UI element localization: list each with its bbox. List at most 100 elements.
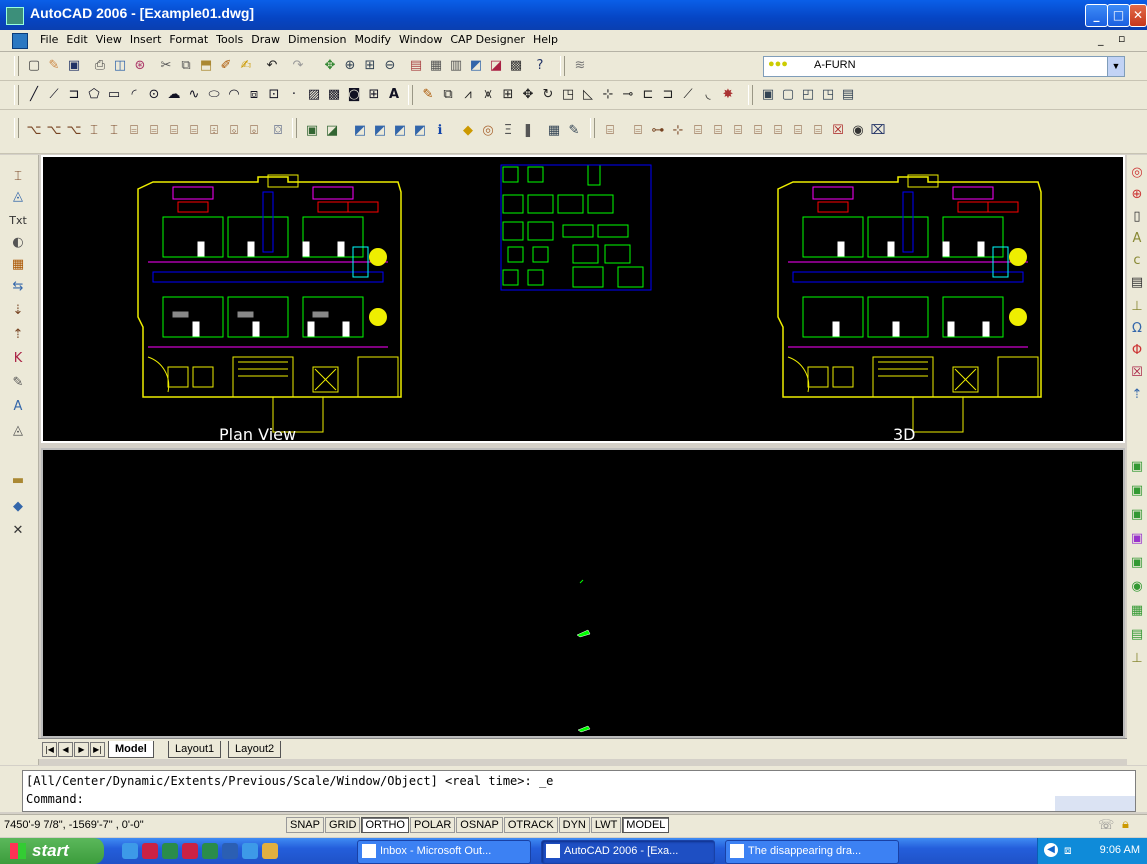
right-tool-icon-13[interactable]: ▣: [1129, 483, 1145, 499]
hatch-icon[interactable]: ▨: [306, 87, 322, 103]
first-tab-button[interactable]: |◀: [42, 742, 57, 757]
left-tool-icon-14[interactable]: ✕: [9, 523, 27, 541]
cap-tool-icon-31[interactable]: ⌸: [710, 123, 726, 139]
layer-dropdown[interactable]: ●●● A-FURN ▼: [763, 56, 1125, 77]
cap-tool-icon-27[interactable]: ⌸: [630, 123, 646, 139]
spline-icon[interactable]: ∿: [186, 87, 202, 103]
cap-tool-icon-39[interactable]: ⌧: [870, 123, 886, 139]
copy-icon[interactable]: ⧉: [178, 58, 194, 74]
menu-modify[interactable]: Modify: [351, 32, 395, 47]
command-scrollbar[interactable]: [1055, 796, 1135, 811]
menu-window[interactable]: Window: [395, 32, 446, 47]
cap-tool-icon-34[interactable]: ⌸: [770, 123, 786, 139]
menu-view[interactable]: View: [92, 32, 126, 47]
cap-tool-icon-32[interactable]: ⌸: [730, 123, 746, 139]
menu-edit[interactable]: Edit: [62, 32, 91, 47]
mirror-icon[interactable]: ⩘: [460, 87, 476, 103]
right-tool-icon-14[interactable]: ▣: [1129, 507, 1145, 523]
help-icon[interactable]: ?: [532, 58, 548, 74]
folder-quicklaunch-icon[interactable]: [262, 843, 278, 859]
document-icon[interactable]: [12, 33, 28, 49]
cap-tool-icon-24[interactable]: ▦: [546, 123, 562, 139]
left-tool-icon-10[interactable]: A: [9, 399, 27, 417]
cap-tool-icon-38[interactable]: ◉: [850, 123, 866, 139]
layout-icon-4[interactable]: ◳: [820, 87, 836, 103]
match-properties-icon[interactable]: ✐: [218, 58, 234, 74]
taskbar-task[interactable]: The disappearing dra...: [725, 840, 899, 864]
zoom-previous-icon[interactable]: ⊖: [382, 58, 398, 74]
rotate-icon[interactable]: ↻: [540, 87, 556, 103]
info-icon[interactable]: ℹ: [432, 123, 448, 139]
close-button[interactable]: ✕: [1129, 4, 1147, 27]
right-tool-icon-12[interactable]: ▣: [1129, 459, 1145, 475]
left-tool-icon-8[interactable]: K: [9, 351, 27, 369]
layout-icon-1[interactable]: ▣: [760, 87, 776, 103]
cap-tool-icon-3[interactable]: ⌥: [66, 123, 82, 139]
right-tool-icon-19[interactable]: ▤: [1129, 627, 1145, 643]
table-icon[interactable]: ⊞: [366, 87, 382, 103]
ellipse-arc-icon[interactable]: ◠: [226, 87, 242, 103]
taskbar-task[interactable]: Inbox - Microsoft Out...: [357, 840, 531, 864]
left-tool-icon-11[interactable]: ◬: [9, 423, 27, 441]
block-editor-icon[interactable]: ✍: [238, 58, 254, 74]
command-line[interactable]: [All/Center/Dynamic/Extents/Previous/Sca…: [22, 770, 1136, 812]
explode-icon[interactable]: ✸: [720, 87, 736, 103]
cap-tool-icon-8[interactable]: ⌸: [166, 123, 182, 139]
rectangle-icon[interactable]: ▭: [106, 87, 122, 103]
minimize-button[interactable]: _: [1085, 4, 1108, 27]
left-tool-icon-13[interactable]: ◆: [9, 499, 27, 517]
left-tool-icon-9[interactable]: ✎: [9, 375, 27, 393]
lwt-toggle[interactable]: LWT: [590, 817, 622, 833]
right-tool-icon-15[interactable]: ▣: [1129, 531, 1145, 547]
chamfer-icon[interactable]: ⟋: [680, 87, 696, 103]
tray-arrow-icon[interactable]: ◀: [1044, 843, 1058, 857]
point-icon[interactable]: ·: [286, 87, 302, 103]
right-tool-icon-10[interactable]: ☒: [1129, 365, 1145, 381]
word-quicklaunch-icon[interactable]: [222, 843, 238, 859]
menu-cap-designer[interactable]: CAP Designer: [446, 32, 529, 47]
quicklaunch-icon-4[interactable]: [182, 843, 198, 859]
join-icon[interactable]: ⊐: [660, 87, 676, 103]
right-tool-icon-2[interactable]: ⊕: [1129, 187, 1145, 203]
array-icon[interactable]: ⊞: [500, 87, 516, 103]
otrack-toggle[interactable]: OTRACK: [503, 817, 558, 833]
left-tool-icon-1[interactable]: ⌶: [9, 169, 27, 187]
cap-tool-icon-6[interactable]: ⌸: [126, 123, 142, 139]
left-tool-icon-5[interactable]: ⇆: [9, 279, 27, 297]
circle-icon[interactable]: ⊙: [146, 87, 162, 103]
cap-tool-icon-19[interactable]: ◩: [412, 123, 428, 139]
osnap-toggle[interactable]: OSNAP: [456, 817, 503, 833]
cap-tool-icon-22[interactable]: Ξ: [500, 123, 516, 139]
polygon-icon[interactable]: ⬠: [86, 87, 102, 103]
publish-icon[interactable]: ⊛: [132, 58, 148, 74]
cap-tool-icon-18[interactable]: ◩: [392, 123, 408, 139]
undo-icon[interactable]: ↶: [264, 58, 280, 74]
start-button[interactable]: start: [0, 838, 104, 864]
cap-tool-icon-9[interactable]: ⌸: [186, 123, 202, 139]
cap-tool-icon-7[interactable]: ⌸: [146, 123, 162, 139]
text-tool-icon[interactable]: Txt: [9, 213, 27, 231]
tab-model[interactable]: Model: [108, 741, 154, 758]
redo-icon[interactable]: ↷: [290, 58, 306, 74]
cap-tool-icon-10[interactable]: ⌹: [206, 123, 222, 139]
menu-format[interactable]: Format: [165, 32, 212, 47]
right-tool-icon-6[interactable]: ▤: [1129, 275, 1145, 291]
quicklaunch-icon-5[interactable]: [202, 843, 218, 859]
scale-icon[interactable]: ◳: [560, 87, 576, 103]
network-icon[interactable]: ⧈: [1064, 843, 1072, 858]
doc-restore-button[interactable]: ▫: [1118, 32, 1125, 45]
cap-tool-icon-36[interactable]: ⌸: [810, 123, 826, 139]
polyline-icon[interactable]: ⊐: [66, 87, 82, 103]
doc-minimize-button[interactable]: _: [1098, 33, 1104, 46]
make-block-icon[interactable]: ⊡: [266, 87, 282, 103]
left-tool-icon-2[interactable]: ◬: [9, 189, 27, 207]
layout-icon-3[interactable]: ◰: [800, 87, 816, 103]
left-tool-icon-4[interactable]: ▦: [9, 257, 27, 275]
quicklaunch-icon-2[interactable]: [142, 843, 158, 859]
next-tab-button[interactable]: ▶: [74, 742, 89, 757]
cap-tool-icon-25[interactable]: ✎: [566, 123, 582, 139]
model-toggle[interactable]: MODEL: [622, 817, 670, 833]
right-tool-icon-20[interactable]: ⊥: [1129, 651, 1145, 667]
comm-center-icon[interactable]: ☏: [1098, 818, 1114, 833]
cap-tool-icon-30[interactable]: ⌸: [690, 123, 706, 139]
